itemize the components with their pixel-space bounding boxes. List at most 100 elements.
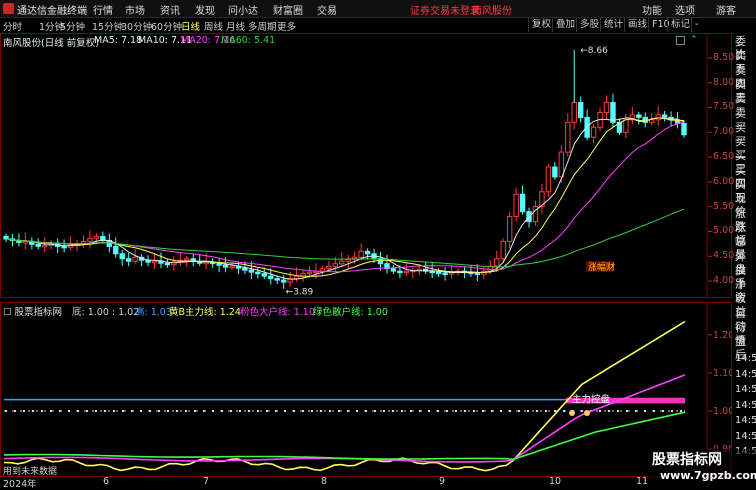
overlay-button[interactable]: 叠加 [552, 18, 578, 32]
mark-button[interactable]: 标记 [667, 18, 693, 32]
candle [410, 267, 416, 279]
stats-button[interactable]: 统计 [600, 18, 626, 32]
menu-trade[interactable]: 交易 [317, 2, 337, 17]
low-price-marker: ←3.89 [286, 288, 314, 298]
tab-intraday[interactable]: 分时 [3, 19, 22, 33]
watermark-url: www.7gpzb.com [660, 469, 756, 482]
app-name: 通达信金融终端 [17, 6, 87, 17]
candle [552, 162, 558, 180]
side-panel-time: 14:50 [735, 353, 756, 364]
date-label-aug: 8 [321, 476, 328, 487]
adjust-button[interactable]: 复权 [528, 18, 554, 32]
candle [197, 254, 203, 267]
candle [442, 267, 448, 281]
menu-market-quotes[interactable]: 行情 [93, 2, 113, 17]
collapse-button[interactable]: - [691, 18, 701, 32]
tab-15min[interactable]: 15分钟 [92, 19, 123, 33]
candle [506, 211, 513, 249]
candle [616, 118, 623, 136]
candle [151, 254, 158, 270]
candle [390, 264, 397, 275]
menu-news[interactable]: 资讯 [160, 2, 180, 17]
price-axis-label: 4.00 [713, 275, 735, 287]
tab-more[interactable]: 更多 [277, 19, 296, 33]
price-axis-label: 8.50 [713, 51, 735, 63]
options-button[interactable]: 选项 [675, 2, 695, 17]
tab-5min[interactable]: 5分钟 [60, 19, 85, 33]
ma10-line [5, 117, 685, 277]
candle [119, 249, 125, 266]
candle [3, 233, 9, 242]
price-axis-label: 5.00 [713, 225, 735, 237]
candle [429, 262, 435, 279]
date-label-2024: 2024年 [3, 479, 37, 490]
candle [610, 93, 616, 128]
function-button[interactable]: 功能 [642, 2, 662, 17]
candle [681, 120, 687, 138]
high-price-marker: ←8.66 [580, 46, 608, 56]
menu-market[interactable]: 市场 [125, 2, 145, 17]
tab-daily[interactable]: 日线 [181, 19, 200, 33]
indicator-axis-label: 1.20 [713, 330, 732, 341]
green-retail-line [3, 411, 686, 461]
app-logo-icon [3, 3, 14, 14]
draw-line-button[interactable]: 画线 [624, 18, 650, 32]
tab-multi-period[interactable]: 多周期 [248, 19, 277, 33]
candle [423, 262, 429, 275]
candle [513, 187, 519, 222]
ma60-line [5, 208, 685, 268]
side-panel-time: 14:50 [735, 430, 756, 442]
candle [164, 259, 171, 268]
date-label-jun: 6 [103, 476, 110, 487]
tab-60min[interactable]: 60分钟 [151, 19, 182, 33]
tab-weekly[interactable]: 周线 [204, 19, 223, 33]
ma5-line [5, 117, 685, 280]
menu-discover[interactable]: 发现 [195, 2, 215, 17]
candle [364, 248, 371, 260]
side-panel-time: 14:50 [735, 399, 756, 411]
candle [145, 255, 151, 267]
date-label-sep: 9 [439, 476, 446, 487]
title-bar: 通达信金融终端 行情 市场 资讯 发现 问小达 财富圈 交易 证券交易未登录 南… [0, 0, 756, 18]
candle [384, 254, 390, 274]
side-panel-time: 14:50 [735, 368, 756, 380]
candle [35, 238, 41, 250]
candle [177, 252, 184, 267]
price-axis-label: 7.50 [713, 101, 735, 113]
candle [216, 257, 222, 273]
candle [80, 235, 87, 248]
tab-30min[interactable]: 30分钟 [121, 19, 152, 33]
date-label-oct: 10 [549, 476, 562, 487]
tab-monthly[interactable]: 月线 [226, 19, 245, 33]
candle [532, 200, 539, 226]
candle [642, 112, 648, 128]
signal-dot [584, 409, 590, 416]
login-warning[interactable]: 证券交易未登录 [410, 2, 480, 17]
candle [125, 252, 132, 267]
guest-button[interactable]: 游客 [716, 2, 736, 17]
candle [42, 237, 48, 253]
candle [545, 164, 552, 197]
candle [100, 231, 106, 244]
candle [603, 95, 610, 120]
multi-stock-button[interactable]: 多股 [576, 18, 602, 32]
candle [132, 249, 138, 265]
candle [571, 98, 577, 130]
candle [577, 96, 584, 123]
price-axis-label: 4.50 [713, 250, 735, 262]
menu-ask[interactable]: 问小达 [228, 2, 258, 17]
candle [519, 185, 526, 215]
current-stock-name: 南风股份 [472, 6, 512, 17]
indicator-axis-label: 1.10 [713, 368, 732, 379]
candle [590, 124, 597, 144]
candle [261, 267, 267, 280]
candle [113, 237, 119, 258]
candle [655, 105, 661, 126]
date-label-jul: 7 [203, 476, 210, 487]
candle [138, 254, 145, 267]
indicator-chart: 1.201.101.000.90主力控盘 [3, 302, 732, 477]
price-axis-label: 5.50 [713, 200, 735, 212]
price-axis-label: 6.50 [713, 151, 735, 163]
pink-large-holder-line [3, 374, 686, 463]
menu-wealth-circle[interactable]: 财富圈 [273, 2, 303, 17]
